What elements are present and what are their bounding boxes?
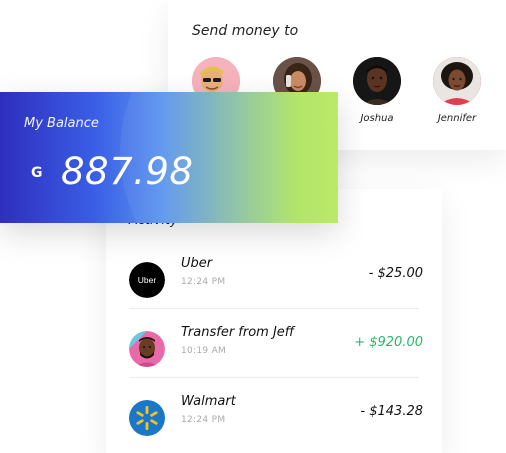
transaction-amount: - $25.00 [368,266,423,281]
transaction-time: 12:24 PM [181,277,226,287]
transaction-amount: - $143.28 [360,404,423,419]
transaction-amount: + $920.00 [354,335,423,350]
contact-joshua[interactable]: Joshua [347,57,407,126]
transaction-name: Uber [181,256,213,271]
balance-amount: 887.98 [61,150,194,193]
transaction-time: 12:24 PM [181,415,226,425]
avatar-joshua-icon [353,57,401,105]
transaction-time: 10:19 AM [181,346,227,356]
transaction-row-uber[interactable]: Uber Uber 12:24 PM - $25.00 [129,256,429,308]
divider [129,377,419,378]
avatar-jeff-icon [129,331,165,367]
transaction-row-walmart[interactable]: Walmart 12:24 PM - $143.28 [129,394,429,446]
currency-symbol: G [31,165,43,181]
contact-name-jennifer: Jennifer [437,113,477,124]
transaction-row-jeff[interactable]: Transfer from Jeff 10:19 AM + $920.00 [129,325,429,377]
avatar-jennifer-icon [433,57,481,105]
activity-card: Activity Uber Uber 12:24 PM - $25.00 Tra… [106,189,442,453]
send-money-title: Send money to [192,23,299,39]
contact-name-joshua: Joshua [360,113,394,124]
balance-card: My Balance G 887.98 [0,92,338,223]
transaction-name: Transfer from Jeff [181,325,295,340]
divider [129,308,419,309]
balance-label: My Balance [24,116,99,131]
contact-jennifer[interactable]: Jennifer [427,57,487,126]
uber-logo-icon: Uber [129,262,165,298]
walmart-logo-icon [129,400,165,436]
transaction-name: Walmart [181,394,236,409]
